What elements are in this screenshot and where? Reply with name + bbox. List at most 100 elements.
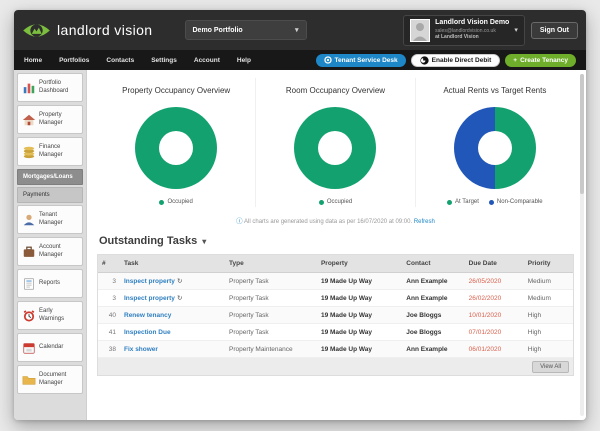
task-contact: Ann Example [406,345,448,353]
nav-item-settings[interactable]: Settings [151,57,177,64]
col-header-task[interactable]: Task [120,255,225,272]
task-property: 19 Made Up Way [320,294,373,302]
logo-eye-icon [23,23,50,37]
sidebar-item-tenant-manager[interactable]: Tenant Manager [17,205,83,234]
task-link[interactable]: Renew tenancy [124,312,171,319]
app-header: landlord vision Demo Portfolio ▾ Landlor… [14,10,586,50]
chevron-down-icon[interactable]: ▾ [202,237,206,246]
task-due-date: 10/01/2020 [468,311,502,319]
col-header-due-date[interactable]: Due Date [465,255,524,272]
nav-item-account[interactable]: Account [194,57,220,64]
charts-note: ⓘ All charts are generated using data as… [97,215,574,225]
logo[interactable]: landlord vision [22,21,153,40]
task-num: 41 [108,328,116,336]
col-header-property[interactable]: Property [317,255,402,272]
sidebar-item-label: Reports [39,279,61,286]
task-num: 40 [108,311,116,319]
alarm-clock-icon [21,308,36,323]
info-icon: ⓘ [236,218,243,225]
nav-item-contacts[interactable]: Contacts [106,57,134,64]
chart-property-occupancy: Property Occupancy Overview Occupied [97,78,255,207]
table-row: 38 Fix shower Property Maintenance 19 Ma… [98,341,573,358]
calendar-icon [21,340,36,355]
enable-direct-debit-label: Enable Direct Debit [431,56,492,64]
col-header-priority[interactable]: Priority [524,255,573,272]
task-property: 19 Made Up Way [320,345,373,353]
sidebar-item-account-manager[interactable]: Account Manager [17,237,83,266]
legend-item-occupied: Occupied [159,199,193,205]
tenant-service-desk-label: Tenant Service Desk [334,56,398,64]
create-tenancy-button[interactable]: + Create Tenancy [505,53,576,67]
header-right: Landlord Vision Demo sales@landlordvisio… [403,14,578,46]
tenant-service-desk-button[interactable]: Tenant Service Desk [315,53,406,67]
legend-label: Occupied [326,199,353,205]
task-link[interactable]: Inspection Due [124,329,171,336]
sidebar-item-payments[interactable]: Payments [17,187,83,203]
task-contact: Ann Example [406,294,448,302]
task-priority: Medium [527,294,551,302]
user-menu[interactable]: Landlord Vision Demo sales@landlordvisio… [403,14,525,46]
legend-label: At Target [455,199,479,205]
rents-donut[interactable] [453,107,536,189]
task-link[interactable]: Inspect property [124,278,175,285]
chart-title: Room Occupancy Overview [285,86,386,95]
task-due-date: 07/01/2020 [468,328,502,336]
portfolio-selector-value: Demo Portfolio [192,26,243,34]
legend-dot [159,199,165,205]
chart-actual-vs-target-rents: Actual Rents vs Target Rents At Target N… [414,78,574,207]
sidebar-item-document-manager[interactable]: Document Manager [17,365,83,394]
coins-icon [21,144,36,159]
task-type: Property Task [229,311,269,319]
tasks-table-header: # Task Type Property Contact Due Date Pr… [98,255,573,273]
sidebar-item-calendar[interactable]: Calendar [17,333,83,362]
sidebar-item-portfolio-dashboard[interactable]: Portfolio Dashboard [17,73,83,102]
task-priority: High [527,311,542,319]
tasks-table: # Task Type Property Contact Due Date Pr… [97,254,574,376]
report-icon [21,276,36,291]
nav-item-home[interactable]: Home [24,57,42,64]
sign-out-button[interactable]: Sign Out [530,21,578,39]
legend-dot [318,199,324,205]
col-header-type[interactable]: Type [225,255,317,272]
room-occupancy-donut[interactable] [294,107,377,189]
task-num: 38 [108,345,116,353]
sidebar-item-label: Early Warnings [39,308,65,322]
sidebar-item-reports[interactable]: Reports [17,269,83,298]
sidebar-item-early-warnings[interactable]: Early Warnings [17,301,83,330]
app-window: landlord vision Demo Portfolio ▾ Landlor… [14,10,586,420]
col-header-contact[interactable]: Contact [402,255,464,272]
nav-item-portfolios[interactable]: Portfolios [59,57,89,64]
task-link[interactable]: Fix shower [124,346,158,353]
chevron-down-icon: ▾ [294,27,299,34]
sidebar-item-finance-manager[interactable]: Finance Manager [17,137,83,166]
table-row: 3 Inspect property ↻ Property Task 19 Mad… [98,290,573,307]
briefcase-icon [21,244,36,259]
sidebar-item-label: Tenant Manager [39,212,63,226]
task-link[interactable]: Inspect property [124,295,175,302]
direct-debit-icon [420,55,429,65]
portfolio-selector[interactable]: Demo Portfolio ▾ [184,20,307,40]
task-property: 19 Made Up Way [320,311,373,319]
house-icon [21,112,36,127]
table-row: 40 Renew tenancy Property Task 19 Made U… [98,307,573,324]
enable-direct-debit-button[interactable]: Enable Direct Debit [410,53,501,67]
chart-legend: Occupied [318,199,353,205]
logo-text: landlord vision [57,22,153,38]
col-header-num[interactable]: # [98,255,120,272]
nav-item-help[interactable]: Help [237,57,251,64]
legend-label: Non-Comparable [496,199,543,205]
task-due-date: 26/02/2020 [468,294,502,302]
chart-legend: At Target Non-Comparable [447,199,543,205]
task-property: 19 Made Up Way [320,328,373,336]
task-priority: Medium [527,277,551,285]
task-type: Property Maintenance [229,345,293,353]
refresh-link[interactable]: Refresh [414,219,435,225]
sidebar-item-property-manager[interactable]: Property Manager [17,105,83,134]
content-scrollbar-thumb[interactable] [580,74,584,194]
sidebar-item-mortgages-loans[interactable]: Mortgages/Loans [17,169,83,185]
plus-icon: + [513,56,518,64]
task-property: 19 Made Up Way [320,277,373,285]
life-ring-icon [323,56,332,64]
view-all-button[interactable]: View All [532,360,569,373]
property-occupancy-donut[interactable] [135,107,218,189]
